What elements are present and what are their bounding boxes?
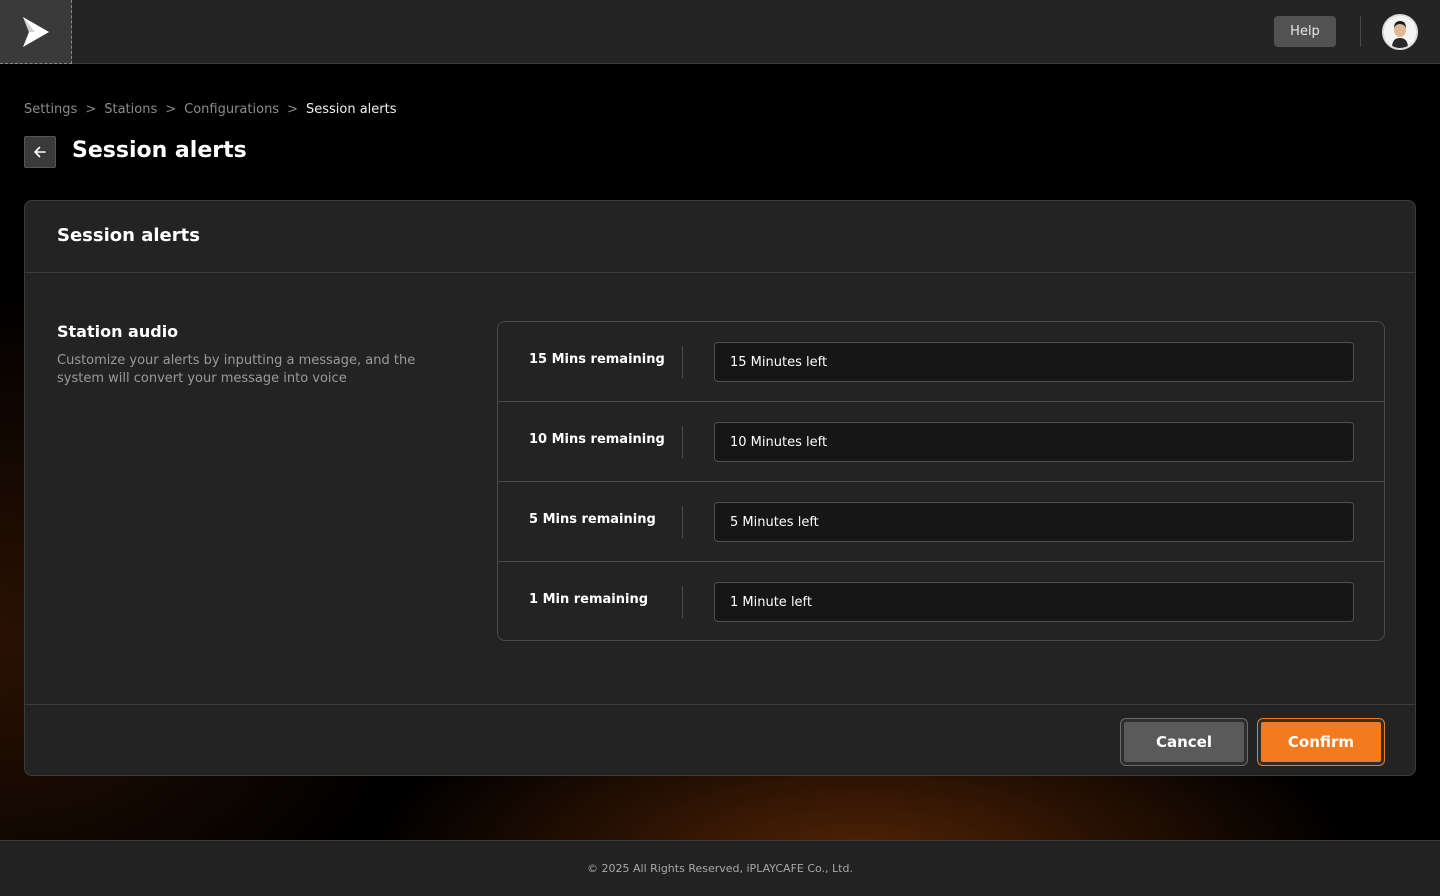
alert-row: 1 Min remaining: [498, 562, 1384, 640]
breadcrumb-separator: >: [287, 102, 298, 117]
breadcrumb: Settings > Stations > Configurations > S…: [24, 102, 397, 117]
section-title: Station audio: [57, 322, 179, 341]
breadcrumb-current: Session alerts: [305, 102, 397, 117]
page-footer: © 2025 All Rights Reserved, iPLAYCAFE Co…: [0, 840, 1440, 896]
breadcrumb-separator: >: [165, 102, 177, 117]
alert-row: 15 Mins remaining: [498, 322, 1384, 402]
row-divider: [682, 586, 683, 618]
alert-row: 10 Mins remaining: [498, 402, 1384, 482]
alert-message-input-5[interactable]: [714, 502, 1354, 542]
card-header: Session alerts: [25, 201, 1415, 273]
alert-list: 15 Mins remaining 10 Mins remaining 5 Mi…: [497, 321, 1385, 641]
topbar-divider: [1360, 16, 1361, 47]
back-button[interactable]: [24, 136, 56, 168]
alert-message-input-15[interactable]: [714, 342, 1354, 382]
app-logo[interactable]: [0, 0, 72, 64]
breadcrumb-separator: >: [85, 102, 97, 117]
row-divider: [682, 426, 683, 458]
alert-label: 10 Mins remaining: [529, 432, 665, 447]
arrow-left-icon: [34, 146, 46, 158]
copyright-text: © 2025 All Rights Reserved, iPLAYCAFE Co…: [587, 862, 853, 875]
row-divider: [682, 506, 683, 538]
alert-row: 5 Mins remaining: [498, 482, 1384, 562]
alert-message-input-1[interactable]: [714, 582, 1354, 622]
alert-label: 1 Min remaining: [529, 592, 649, 607]
section-description: Customize your alerts by inputting a mes…: [57, 353, 416, 386]
breadcrumb-stations[interactable]: Stations: [104, 102, 157, 117]
breadcrumb-configurations[interactable]: Configurations: [184, 102, 279, 117]
row-divider: [682, 346, 683, 378]
card-title: Session alerts: [57, 225, 200, 246]
confirm-button[interactable]: Confirm: [1258, 719, 1384, 765]
user-avatar-icon: [1384, 16, 1416, 48]
help-button[interactable]: Help: [1274, 16, 1336, 47]
page-title: Session alerts: [72, 138, 247, 163]
top-bar: Help: [0, 0, 1440, 64]
alert-message-input-10[interactable]: [714, 422, 1354, 462]
user-avatar[interactable]: [1382, 14, 1418, 50]
alert-label: 15 Mins remaining: [529, 352, 665, 367]
session-alerts-card: Session alerts Station audio Customize y…: [24, 200, 1416, 776]
alert-label: 5 Mins remaining: [529, 512, 656, 527]
cancel-button[interactable]: Cancel: [1121, 719, 1247, 765]
play-logo-icon: [22, 16, 49, 47]
card-footer: Cancel Confirm: [25, 704, 1415, 777]
breadcrumb-settings[interactable]: Settings: [24, 102, 77, 117]
